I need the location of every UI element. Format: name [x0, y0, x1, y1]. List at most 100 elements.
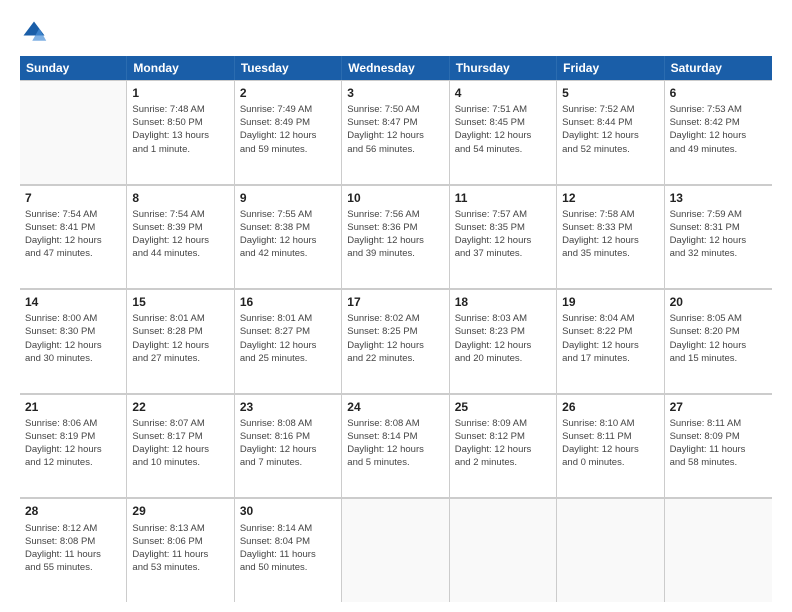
day-number: 3 — [347, 85, 443, 101]
day-number: 11 — [455, 190, 551, 206]
calendar-body: 1 Sunrise: 7:48 AM Sunset: 8:50 PM Daylig… — [20, 80, 772, 602]
day-info: Sunrise: 8:05 AM Sunset: 8:20 PM Dayligh… — [670, 312, 767, 364]
day-number: 16 — [240, 294, 336, 310]
day-number: 15 — [132, 294, 228, 310]
day-number: 5 — [562, 85, 658, 101]
day-number: 23 — [240, 399, 336, 415]
day-info: Sunrise: 8:08 AM Sunset: 8:16 PM Dayligh… — [240, 417, 336, 469]
calendar-cell: 15 Sunrise: 8:01 AM Sunset: 8:28 PM Dayli… — [127, 289, 234, 393]
calendar-cell: 12Sunrise: 7:58 AM Sunset: 8:33 PM Dayli… — [557, 185, 664, 289]
day-number: 17 — [347, 294, 443, 310]
calendar-cell: 30 Sunrise: 8:14 AM Sunset: 8:04 PM Dayli… — [235, 498, 342, 602]
day-number: 30 — [240, 503, 336, 519]
day-info: Sunrise: 8:14 AM Sunset: 8:04 PM Dayligh… — [240, 522, 336, 574]
day-number: 6 — [670, 85, 767, 101]
calendar-cell: 22 Sunrise: 8:07 AM Sunset: 8:17 PM Dayli… — [127, 394, 234, 498]
calendar-cell — [20, 80, 127, 184]
day-info: Sunrise: 8:01 AM Sunset: 8:27 PM Dayligh… — [240, 312, 336, 364]
day-info: Sunrise: 7:56 AM Sunset: 8:36 PM Dayligh… — [347, 208, 443, 260]
weekday-header-sunday: Sunday — [20, 56, 127, 80]
weekday-header-saturday: Saturday — [665, 56, 772, 80]
calendar-cell: 14 Sunrise: 8:00 AM Sunset: 8:30 PM Dayli… — [20, 289, 127, 393]
day-info: Sunrise: 7:59 AM Sunset: 8:31 PM Dayligh… — [670, 208, 767, 260]
day-number: 24 — [347, 399, 443, 415]
day-number: 19 — [562, 294, 658, 310]
header — [20, 18, 772, 46]
day-info: Sunrise: 7:50 AM Sunset: 8:47 PM Dayligh… — [347, 103, 443, 155]
calendar-cell: 28 Sunrise: 8:12 AM Sunset: 8:08 PM Dayli… — [20, 498, 127, 602]
day-number: 28 — [25, 503, 121, 519]
calendar-cell: 26 Sunrise: 8:10 AM Sunset: 8:11 PM Dayli… — [557, 394, 664, 498]
day-info: Sunrise: 8:02 AM Sunset: 8:25 PM Dayligh… — [347, 312, 443, 364]
calendar-row-3: 21 Sunrise: 8:06 AM Sunset: 8:19 PM Dayli… — [20, 394, 772, 499]
calendar-cell — [450, 498, 557, 602]
day-number: 20 — [670, 294, 767, 310]
calendar: SundayMondayTuesdayWednesdayThursdayFrid… — [20, 56, 772, 602]
day-info: Sunrise: 7:55 AM Sunset: 8:38 PM Dayligh… — [240, 208, 336, 260]
calendar-header: SundayMondayTuesdayWednesdayThursdayFrid… — [20, 56, 772, 80]
calendar-row-2: 14 Sunrise: 8:00 AM Sunset: 8:30 PM Dayli… — [20, 289, 772, 394]
weekday-header-tuesday: Tuesday — [235, 56, 342, 80]
day-info: Sunrise: 8:13 AM Sunset: 8:06 PM Dayligh… — [132, 522, 228, 574]
calendar-row-1: 7Sunrise: 7:54 AM Sunset: 8:41 PM Daylig… — [20, 185, 772, 290]
day-number: 26 — [562, 399, 658, 415]
calendar-cell: 10 Sunrise: 7:56 AM Sunset: 8:36 PM Dayli… — [342, 185, 449, 289]
day-number: 18 — [455, 294, 551, 310]
page: SundayMondayTuesdayWednesdayThursdayFrid… — [0, 0, 792, 612]
day-info: Sunrise: 8:07 AM Sunset: 8:17 PM Dayligh… — [132, 417, 228, 469]
logo-icon — [20, 18, 48, 46]
day-number: 27 — [670, 399, 767, 415]
calendar-cell: 11 Sunrise: 7:57 AM Sunset: 8:35 PM Dayli… — [450, 185, 557, 289]
calendar-cell: 25 Sunrise: 8:09 AM Sunset: 8:12 PM Dayli… — [450, 394, 557, 498]
day-number: 13 — [670, 190, 767, 206]
day-number: 8 — [132, 190, 228, 206]
calendar-cell — [557, 498, 664, 602]
day-info: Sunrise: 7:51 AM Sunset: 8:45 PM Dayligh… — [455, 103, 551, 155]
day-info: Sunrise: 7:57 AM Sunset: 8:35 PM Dayligh… — [455, 208, 551, 260]
calendar-cell: 20 Sunrise: 8:05 AM Sunset: 8:20 PM Dayli… — [665, 289, 772, 393]
calendar-cell: 4Sunrise: 7:51 AM Sunset: 8:45 PM Daylig… — [450, 80, 557, 184]
calendar-cell: 8Sunrise: 7:54 AM Sunset: 8:39 PM Daylig… — [127, 185, 234, 289]
calendar-cell — [665, 498, 772, 602]
calendar-cell: 18 Sunrise: 8:03 AM Sunset: 8:23 PM Dayli… — [450, 289, 557, 393]
day-info: Sunrise: 7:49 AM Sunset: 8:49 PM Dayligh… — [240, 103, 336, 155]
weekday-header-monday: Monday — [127, 56, 234, 80]
day-number: 1 — [132, 85, 228, 101]
calendar-row-0: 1 Sunrise: 7:48 AM Sunset: 8:50 PM Daylig… — [20, 80, 772, 185]
day-info: Sunrise: 8:12 AM Sunset: 8:08 PM Dayligh… — [25, 522, 121, 574]
day-number: 10 — [347, 190, 443, 206]
calendar-cell: 23 Sunrise: 8:08 AM Sunset: 8:16 PM Dayli… — [235, 394, 342, 498]
calendar-cell: 7Sunrise: 7:54 AM Sunset: 8:41 PM Daylig… — [20, 185, 127, 289]
weekday-header-thursday: Thursday — [450, 56, 557, 80]
calendar-cell: 19 Sunrise: 8:04 AM Sunset: 8:22 PM Dayli… — [557, 289, 664, 393]
day-number: 2 — [240, 85, 336, 101]
day-info: Sunrise: 8:03 AM Sunset: 8:23 PM Dayligh… — [455, 312, 551, 364]
calendar-cell: 3 Sunrise: 7:50 AM Sunset: 8:47 PM Daylig… — [342, 80, 449, 184]
calendar-cell: 1 Sunrise: 7:48 AM Sunset: 8:50 PM Daylig… — [127, 80, 234, 184]
day-info: Sunrise: 8:00 AM Sunset: 8:30 PM Dayligh… — [25, 312, 121, 364]
day-info: Sunrise: 8:10 AM Sunset: 8:11 PM Dayligh… — [562, 417, 658, 469]
logo — [20, 18, 52, 46]
day-number: 29 — [132, 503, 228, 519]
day-number: 9 — [240, 190, 336, 206]
day-info: Sunrise: 8:06 AM Sunset: 8:19 PM Dayligh… — [25, 417, 121, 469]
day-info: Sunrise: 7:52 AM Sunset: 8:44 PM Dayligh… — [562, 103, 658, 155]
day-number: 22 — [132, 399, 228, 415]
day-number: 25 — [455, 399, 551, 415]
day-info: Sunrise: 7:58 AM Sunset: 8:33 PM Dayligh… — [562, 208, 658, 260]
day-info: Sunrise: 8:08 AM Sunset: 8:14 PM Dayligh… — [347, 417, 443, 469]
calendar-cell: 27 Sunrise: 8:11 AM Sunset: 8:09 PM Dayli… — [665, 394, 772, 498]
day-info: Sunrise: 8:01 AM Sunset: 8:28 PM Dayligh… — [132, 312, 228, 364]
day-number: 21 — [25, 399, 121, 415]
day-info: Sunrise: 8:11 AM Sunset: 8:09 PM Dayligh… — [670, 417, 767, 469]
day-number: 14 — [25, 294, 121, 310]
calendar-cell: 24 Sunrise: 8:08 AM Sunset: 8:14 PM Dayli… — [342, 394, 449, 498]
calendar-cell: 17 Sunrise: 8:02 AM Sunset: 8:25 PM Dayli… — [342, 289, 449, 393]
day-info: Sunrise: 8:04 AM Sunset: 8:22 PM Dayligh… — [562, 312, 658, 364]
day-info: Sunrise: 7:48 AM Sunset: 8:50 PM Dayligh… — [132, 103, 228, 155]
calendar-cell: 5 Sunrise: 7:52 AM Sunset: 8:44 PM Daylig… — [557, 80, 664, 184]
calendar-cell — [342, 498, 449, 602]
calendar-cell: 29 Sunrise: 8:13 AM Sunset: 8:06 PM Dayli… — [127, 498, 234, 602]
day-info: Sunrise: 8:09 AM Sunset: 8:12 PM Dayligh… — [455, 417, 551, 469]
calendar-cell: 2 Sunrise: 7:49 AM Sunset: 8:49 PM Daylig… — [235, 80, 342, 184]
